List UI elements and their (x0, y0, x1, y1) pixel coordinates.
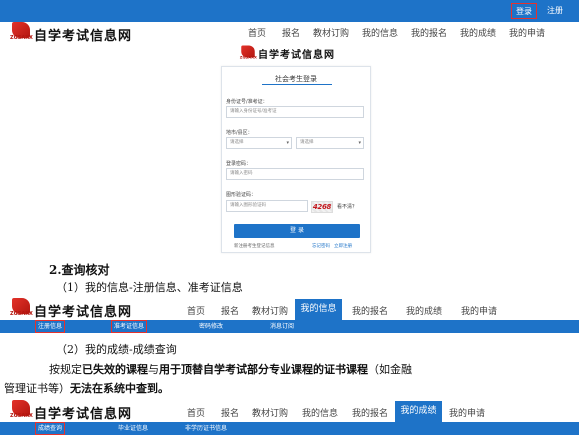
site-name: 自学考试信息网 (34, 407, 133, 422)
site-logo-icon[interactable]: ZGSAXX (10, 22, 33, 42)
subnav-score-query[interactable]: 成绩查询 (35, 422, 66, 435)
nav-my-enrollment[interactable]: 我的报名 (411, 26, 447, 39)
subnav-non-degree-cert-info[interactable]: 非学历证书信息 (185, 422, 227, 435)
site-logo-icon: ZGSAXX (240, 45, 257, 61)
nav-textbook-order[interactable]: 教材订购 (313, 26, 349, 39)
site-logo-icon: ZGSAXX (10, 298, 33, 318)
nav-textbook-order[interactable]: 教材订购 (252, 406, 288, 419)
id-label: 身份证号/准考证： (226, 99, 268, 105)
id-number-input[interactable]: 请输入身份证号/准考证 (226, 106, 364, 118)
nav-my-scores[interactable]: 我的成绩 (406, 304, 442, 317)
nav-textbook-order[interactable]: 教材订购 (252, 304, 288, 317)
login-card-title: 社会考生登录 (275, 75, 317, 83)
subnav-message-subscription[interactable]: 消息订阅 (270, 320, 294, 333)
nav-my-info[interactable]: 我的信息 (302, 406, 338, 419)
register-button[interactable]: 注册 (542, 3, 568, 19)
captcha-refresh-link[interactable]: 看不清？ (337, 203, 357, 210)
title-underline (262, 84, 332, 85)
nav-enroll[interactable]: 报名 (282, 26, 300, 39)
new-register-link[interactable]: 新注册考生登记信息 (234, 243, 275, 249)
note-emphasis: 用于顶替自学考试部分专业课程的证书课程 (159, 363, 368, 376)
site-name: 自学考试信息网 (34, 305, 133, 320)
nav-my-scores-active[interactable]: 我的成绩 (395, 401, 442, 422)
city-select[interactable]: 请选择 ▾ (226, 137, 292, 149)
note-emphasis: 已失效的课程 (82, 363, 148, 376)
page: 登录 注册 ZGSAXX 自学考试信息网 首页 报名 教材订购 我的信息 我的报… (0, 0, 579, 448)
city-select-value: 请选择 (230, 140, 244, 145)
chevron-down-icon: ▾ (286, 140, 289, 146)
nav-my-info[interactable]: 我的信息 (362, 26, 398, 39)
login-submit-button[interactable]: 登 录 (234, 224, 360, 238)
forgot-password-link[interactable]: 忘记密码 (312, 243, 330, 249)
password-label: 登录密码： (226, 161, 252, 167)
nav-home[interactable]: 首页 (187, 406, 205, 419)
site-name: 自学考试信息网 (34, 29, 133, 44)
nav-my-scores[interactable]: 我的成绩 (460, 26, 496, 39)
subnav-admission-ticket-info[interactable]: 准考证信息 (111, 320, 148, 333)
nav-home[interactable]: 首页 (248, 26, 266, 39)
note-text: 管理证书等） (4, 382, 70, 395)
top-utility-bar: 登录 注册 (0, 0, 579, 22)
captcha-image[interactable]: 4268 (311, 201, 333, 213)
nav-enroll[interactable]: 报名 (221, 304, 239, 317)
subnav-registration-info[interactable]: 注册信息 (35, 320, 66, 333)
nav-my-applications[interactable]: 我的申请 (449, 406, 485, 419)
note-text: （如金融 (368, 363, 412, 376)
nav-my-enrollment[interactable]: 我的报名 (352, 304, 388, 317)
nav-enroll[interactable]: 报名 (221, 406, 239, 419)
chevron-down-icon: ▾ (358, 140, 361, 146)
sub-nav-bar: 注册信息 准考证信息 密码修改 消息订阅 (0, 320, 579, 333)
county-select-value: 请选择 (300, 140, 314, 145)
nav-my-applications[interactable]: 我的申请 (461, 304, 497, 317)
register-now-link[interactable]: 立即注册 (334, 243, 352, 249)
nav-my-applications[interactable]: 我的申请 (509, 26, 545, 39)
site-logo-icon: ZGSAXX (10, 400, 33, 420)
password-input[interactable]: 请输入密码 (226, 168, 364, 180)
captcha-label: 图形验证码： (226, 192, 257, 198)
sub-nav-bar: 成绩查询 毕业证信息 非学历证书信息 (0, 422, 579, 435)
note-line-2: 管理证书等）无法在系统中查到。 (4, 380, 169, 396)
step-1-text: （1）我的信息-注册信息、准考证信息 (56, 281, 243, 294)
nav-my-enrollment[interactable]: 我的报名 (352, 406, 388, 419)
note-emphasis: 无法在系统中查到。 (70, 382, 169, 395)
region-label: 地市/县区： (226, 130, 253, 136)
login-card: 社会考生登录 身份证号/准考证： 请输入身份证号/准考证 地市/县区： 请选择 … (221, 66, 371, 253)
subnav-graduation-cert-info[interactable]: 毕业证信息 (118, 422, 148, 435)
nav-my-info-active[interactable]: 我的信息 (295, 299, 342, 320)
county-select[interactable]: 请选择 ▾ (296, 137, 364, 149)
section-heading: 2.查询核对 (49, 263, 110, 277)
note-text: 与 (148, 363, 159, 376)
login-logo-title: 自学考试信息网 (258, 50, 335, 61)
step-2-text: （2）我的成绩-成绩查询 (56, 343, 177, 356)
note-line-1: 按规定已失效的课程与用于顶替自学考试部分专业课程的证书课程（如金融 (49, 361, 412, 377)
note-text: 按规定 (49, 363, 82, 376)
login-button[interactable]: 登录 (511, 3, 537, 19)
subnav-change-password[interactable]: 密码修改 (199, 320, 223, 333)
nav-home[interactable]: 首页 (187, 304, 205, 317)
captcha-input[interactable]: 请输入图形验证码 (226, 200, 308, 212)
